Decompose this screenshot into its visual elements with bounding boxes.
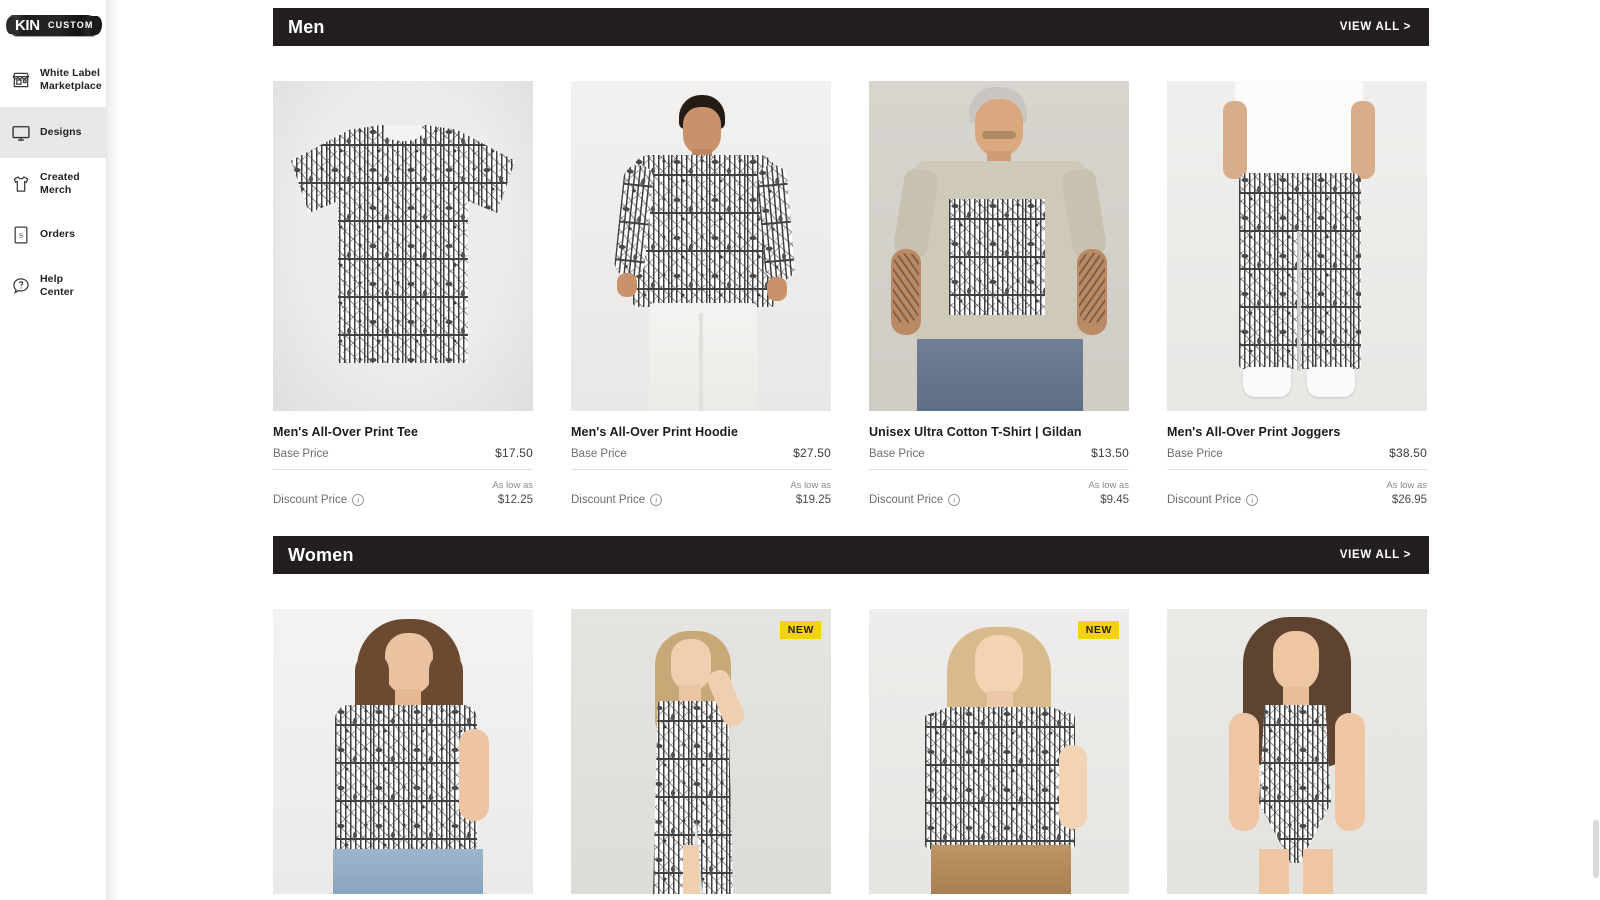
view-all-link-women[interactable]: VIEW ALL > xyxy=(1340,549,1411,561)
logo-primary-text: KIN xyxy=(15,17,40,34)
main-content: Men VIEW ALL > Men's All-Over Print Tee xyxy=(107,0,1600,900)
new-badge: NEW xyxy=(779,621,821,639)
base-price-value: $13.50 xyxy=(1091,446,1129,460)
sidebar-item-label: Orders xyxy=(40,228,76,241)
product-title-row: Unisex Ultra Cotton T-Shirt | Gildan xyxy=(869,423,1130,441)
discount-price-value: $9.45 xyxy=(1100,494,1129,506)
product-card[interactable] xyxy=(1167,609,1427,894)
kincustom-logo-icon: KIN CUSTOM xyxy=(7,11,100,41)
product-image-mens-all-over-print-tee[interactable] xyxy=(273,81,533,411)
product-grid-women: NEW NEW xyxy=(273,609,1429,894)
discount-price-value: $26.95 xyxy=(1391,494,1427,506)
base-price-row: Base Price $38.50 xyxy=(1167,446,1427,470)
product-card[interactable]: NEW xyxy=(869,609,1129,894)
logo-secondary-text: CUSTOM xyxy=(48,20,94,30)
sidebar-item-white-label-marketplace[interactable]: White Label Marketplace xyxy=(0,52,106,107)
section-title: Women xyxy=(288,544,354,565)
base-price-row: Base Price $13.50 xyxy=(869,446,1129,470)
product-image-womens-all-over-print-swimsuit[interactable] xyxy=(1167,609,1427,894)
discount-price-row: Discount Price i As low as $12.25 xyxy=(273,480,533,506)
scrollbar-thumb[interactable] xyxy=(1593,820,1599,878)
base-price-row: Base Price $27.50 xyxy=(571,446,831,470)
product-card[interactable] xyxy=(273,609,533,894)
section-title: Men xyxy=(288,16,325,37)
question-bubble-icon xyxy=(11,276,31,296)
product-grid-men: Men's All-Over Print Tee Base Price $17.… xyxy=(273,81,1429,506)
sidebar-item-label: Designs xyxy=(40,126,82,139)
product-image-mens-all-over-print-hoodie[interactable] xyxy=(571,81,831,411)
as-low-as-label: As low as xyxy=(1386,480,1427,491)
sidebar: KIN CUSTOM White Label Marketplace Desig… xyxy=(0,0,107,900)
product-image-mens-all-over-print-joggers[interactable] xyxy=(1167,81,1427,411)
sidebar-item-orders[interactable]: S Orders xyxy=(0,209,106,260)
product-card[interactable]: Men's All-Over Print Tee Base Price $17.… xyxy=(273,81,533,506)
product-title: Unisex Ultra Cotton T-Shirt | Gildan xyxy=(869,425,1082,439)
product-title-row: Men's All-Over Print Hoodie xyxy=(571,423,831,441)
sidebar-item-created-merch[interactable]: Created Merch xyxy=(0,158,106,209)
sidebar-item-label: Help Center xyxy=(40,273,74,298)
discount-price-value: $19.25 xyxy=(795,494,831,506)
discount-price-label: Discount Price xyxy=(1167,494,1242,506)
base-price-label: Base Price xyxy=(273,448,329,460)
discount-price-row: Discount Price i As low as $26.95 xyxy=(1167,480,1427,506)
info-icon[interactable]: i xyxy=(650,494,663,506)
section-header-men: Men VIEW ALL > xyxy=(273,8,1429,46)
product-title-row: Men's All-Over Print Tee xyxy=(273,423,533,441)
base-price-label: Base Price xyxy=(869,448,925,460)
section-header-women: Women VIEW ALL > xyxy=(273,536,1429,574)
product-title: Men's All-Over Print Hoodie xyxy=(571,425,739,439)
new-badge: NEW xyxy=(1077,621,1119,639)
base-price-label: Base Price xyxy=(1167,448,1223,460)
sidebar-item-label: White Label Marketplace xyxy=(40,67,102,92)
sidebar-item-label: Created Merch xyxy=(40,171,80,196)
discount-price-row: Discount Price i As low as $9.45 xyxy=(869,480,1129,506)
as-low-as-label: As low as xyxy=(790,480,831,491)
discount-price-value: $12.25 xyxy=(497,494,533,506)
base-price-value: $38.50 xyxy=(1389,446,1427,460)
info-icon[interactable]: i xyxy=(1246,494,1259,506)
discount-price-label: Discount Price xyxy=(571,494,646,506)
product-image-womens-all-over-print-top[interactable]: NEW xyxy=(869,609,1129,894)
product-card[interactable]: Men's All-Over Print Hoodie Base Price $… xyxy=(571,81,831,506)
sidebar-item-help-center[interactable]: Help Center xyxy=(0,260,106,311)
product-image-unisex-ultra-cotton-t-shirt-gildan[interactable] xyxy=(869,81,1129,411)
discount-price-row: Discount Price i As low as $19.25 xyxy=(571,480,831,506)
as-low-as-label: As low as xyxy=(492,480,533,491)
receipt-icon: S xyxy=(11,225,31,245)
product-card[interactable]: Men's All-Over Print Joggers Base Price … xyxy=(1167,81,1427,506)
discount-price-label: Discount Price xyxy=(273,494,348,506)
app-root: KIN CUSTOM White Label Marketplace Desig… xyxy=(0,0,1600,900)
product-image-womens-all-over-print-maxi-dress[interactable]: NEW xyxy=(571,609,831,894)
product-title: Men's All-Over Print Joggers xyxy=(1167,425,1341,439)
product-card[interactable]: NEW xyxy=(571,609,831,894)
base-price-row: Base Price $17.50 xyxy=(273,446,533,470)
storefront-icon xyxy=(11,70,31,90)
svg-text:S: S xyxy=(19,231,23,240)
product-title-row: Men's All-Over Print Joggers xyxy=(1167,423,1427,441)
product-image-womens-all-over-print-tee[interactable] xyxy=(273,609,533,894)
monitor-icon xyxy=(11,123,31,143)
base-price-label: Base Price xyxy=(571,448,627,460)
sidebar-item-designs[interactable]: Designs xyxy=(0,107,106,158)
color-wheel-icon[interactable] xyxy=(1112,424,1130,441)
as-low-as-label: As low as xyxy=(1088,480,1129,491)
base-price-value: $27.50 xyxy=(793,446,831,460)
product-card[interactable]: Unisex Ultra Cotton T-Shirt | Gildan Bas… xyxy=(869,81,1130,506)
tshirt-icon xyxy=(11,174,31,194)
view-all-link-men[interactable]: VIEW ALL > xyxy=(1340,21,1411,33)
info-icon[interactable]: i xyxy=(352,494,365,506)
base-price-value: $17.50 xyxy=(495,446,533,460)
info-icon[interactable]: i xyxy=(948,494,961,506)
discount-price-label: Discount Price xyxy=(869,494,944,506)
product-title: Men's All-Over Print Tee xyxy=(273,425,418,439)
page-scrollbar[interactable] xyxy=(1592,0,1600,900)
brand-logo[interactable]: KIN CUSTOM xyxy=(0,0,106,52)
